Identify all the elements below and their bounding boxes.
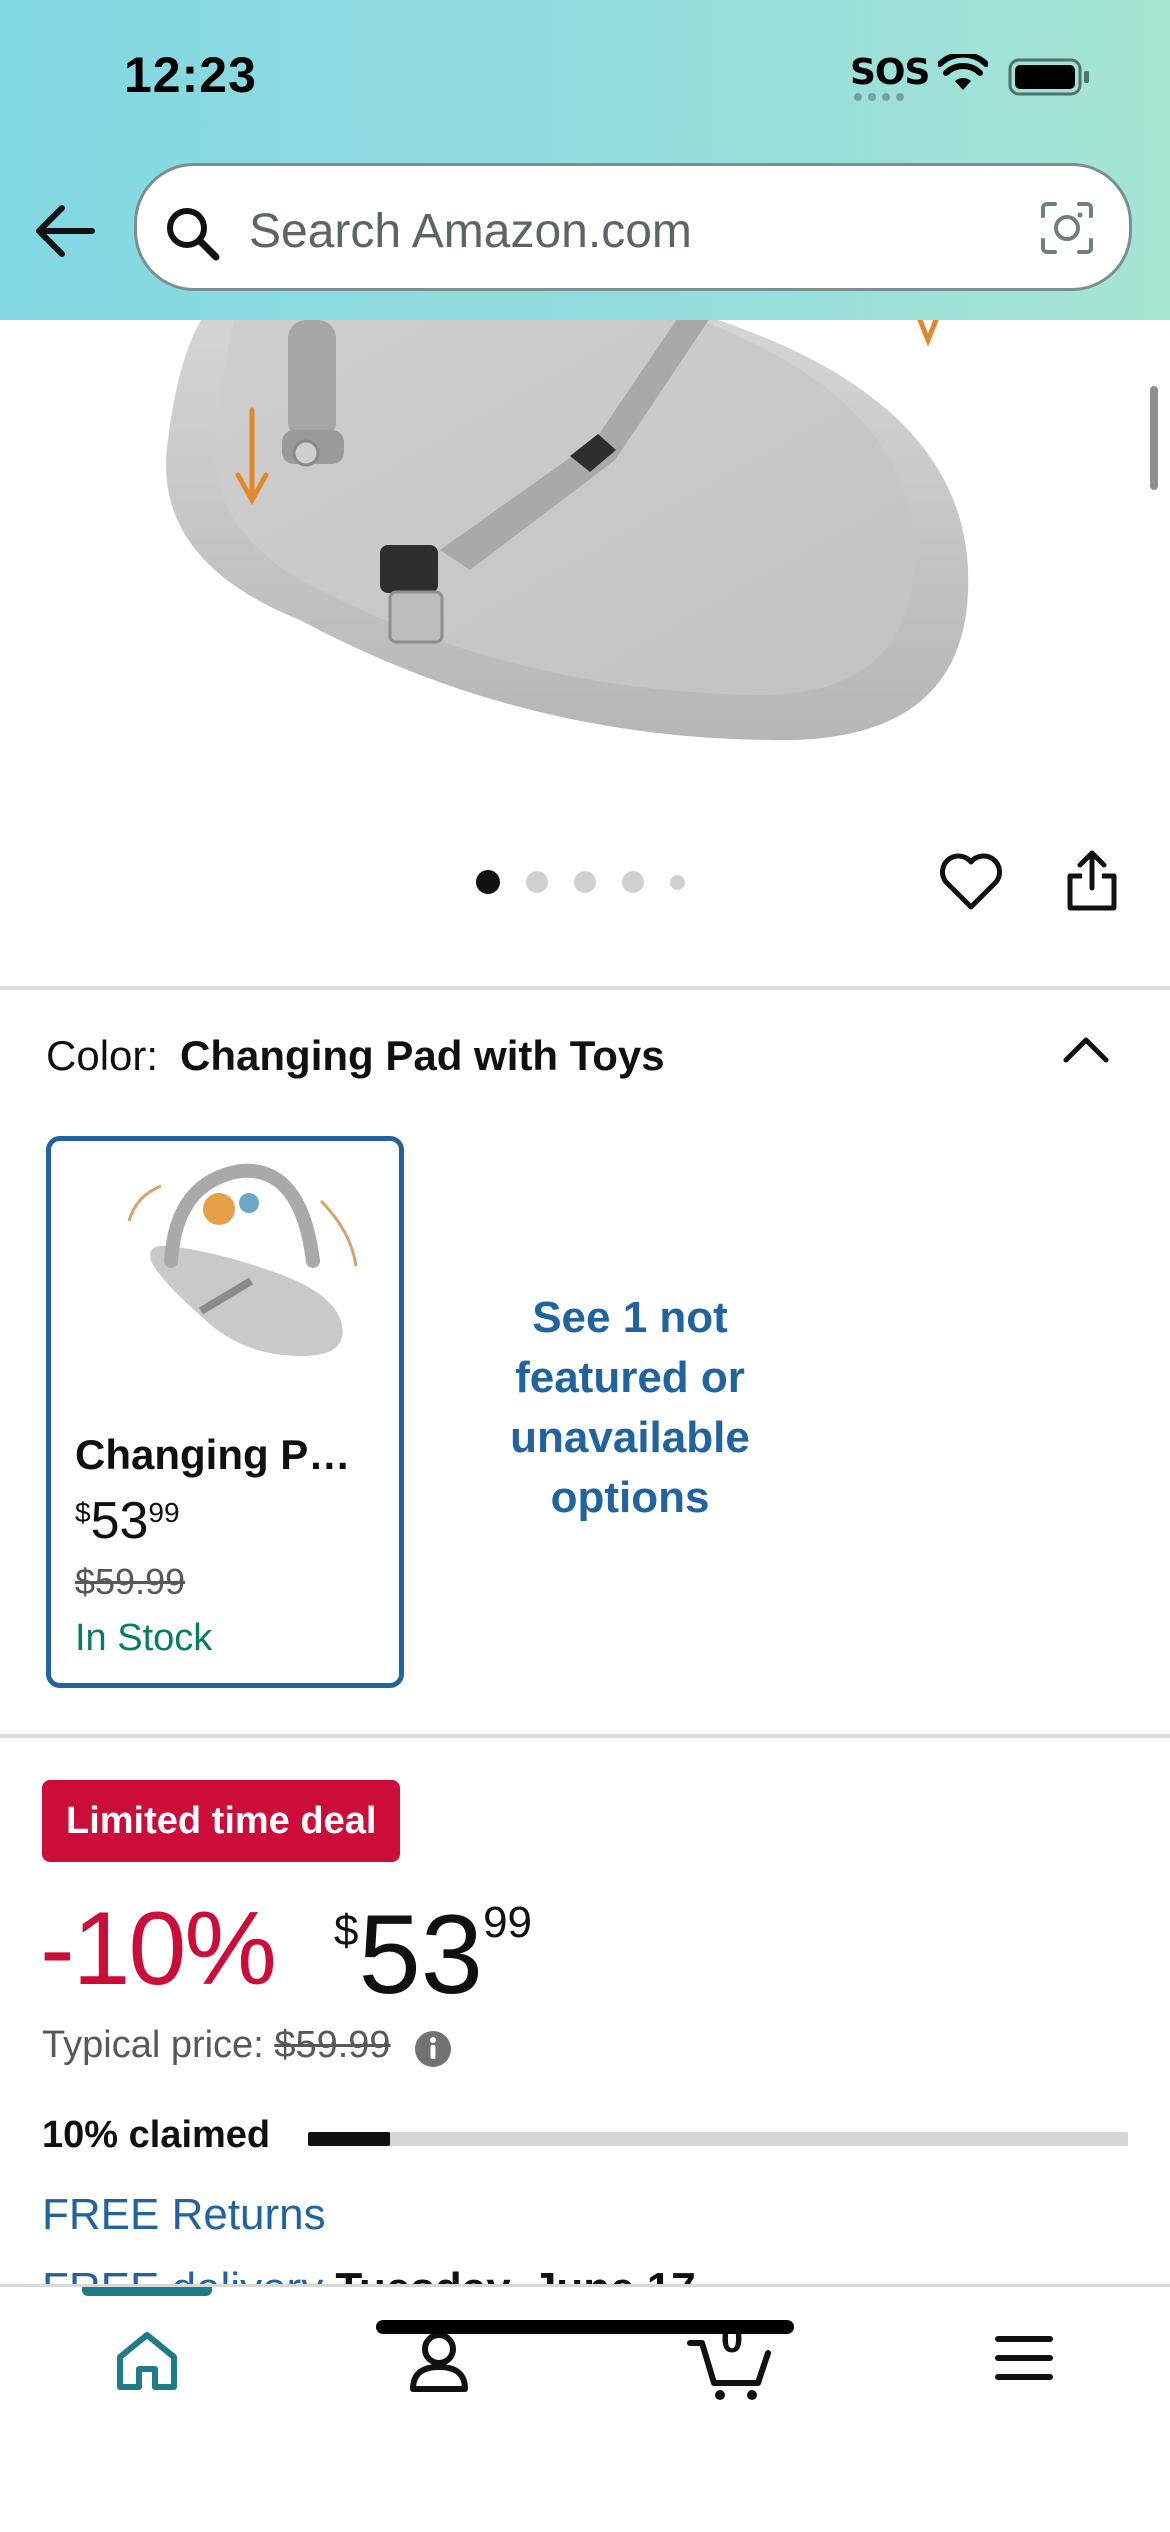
search-input[interactable]: Search Amazon.com [134, 163, 1132, 291]
search-placeholder: Search Amazon.com [249, 205, 692, 258]
carousel-dot[interactable] [476, 870, 500, 894]
info-icon[interactable] [414, 2030, 452, 2068]
color-option-title: Changing P… [75, 1431, 351, 1478]
claimed-progress-bar [308, 2132, 1128, 2146]
home-indicator[interactable] [376, 2320, 794, 2334]
color-option-list-price: $59.99 [75, 1561, 186, 1602]
user-icon[interactable] [404, 2327, 474, 2397]
section-divider [0, 1734, 1170, 1738]
carousel-dot[interactable] [622, 871, 644, 893]
camera-icon[interactable] [1039, 200, 1095, 256]
carousel-dot[interactable] [574, 871, 596, 893]
color-option-stock: In Stock [75, 1617, 213, 1659]
color-option-card[interactable]: Changing P… $5399 $59.99 In Stock [46, 1136, 404, 1688]
home-icon[interactable] [112, 2327, 182, 2397]
deal-price: $5399 [334, 1892, 533, 2017]
carousel-dot[interactable] [670, 874, 685, 890]
color-selector-header[interactable]: Color: Changing Pad with Toys [46, 1032, 665, 1080]
section-divider [0, 986, 1170, 990]
color-label: Color: [46, 1032, 159, 1079]
color-option-image [51, 1141, 399, 1393]
free-returns-link[interactable]: FREE Returns [42, 2190, 326, 2240]
color-option-price: $5399 [75, 1492, 180, 1550]
share-icon[interactable] [1064, 848, 1120, 914]
carousel-dot[interactable] [526, 871, 548, 893]
typical-price: Typical price: $59.99 [42, 2024, 391, 2066]
search-icon [167, 208, 220, 261]
battery-icon [1008, 58, 1089, 96]
cart-button[interactable]: 0 [686, 2317, 776, 2408]
claimed-progress-fill [308, 2132, 390, 2146]
back-arrow-icon[interactable] [34, 200, 96, 262]
app-header: 12:23 SOS Search Amazon.com [0, 0, 1170, 320]
scroll-indicator[interactable] [1150, 386, 1158, 490]
chevron-up-icon[interactable] [1060, 1028, 1112, 1068]
see-unavailable-options-link[interactable]: See 1 not featured or unavailable option… [460, 1288, 800, 1528]
deal-badge: Limited time deal [42, 1780, 401, 1862]
menu-icon[interactable] [994, 2333, 1054, 2383]
wifi-icon [938, 54, 988, 90]
heart-icon[interactable] [938, 852, 1004, 912]
color-value: Changing Pad with Toys [180, 1032, 665, 1079]
sos-signal-dots [854, 93, 904, 101]
discount-percent: -10% [40, 1891, 277, 2007]
active-tab-indicator [82, 2287, 212, 2296]
product-image[interactable] [0, 320, 1170, 780]
image-carousel-dots[interactable] [476, 870, 685, 894]
status-time: 12:23 [124, 47, 257, 103]
claimed-label: 10% claimed [42, 2114, 271, 2156]
sos-indicator: SOS [850, 52, 930, 93]
changing-pad-illustration [0, 320, 1170, 780]
